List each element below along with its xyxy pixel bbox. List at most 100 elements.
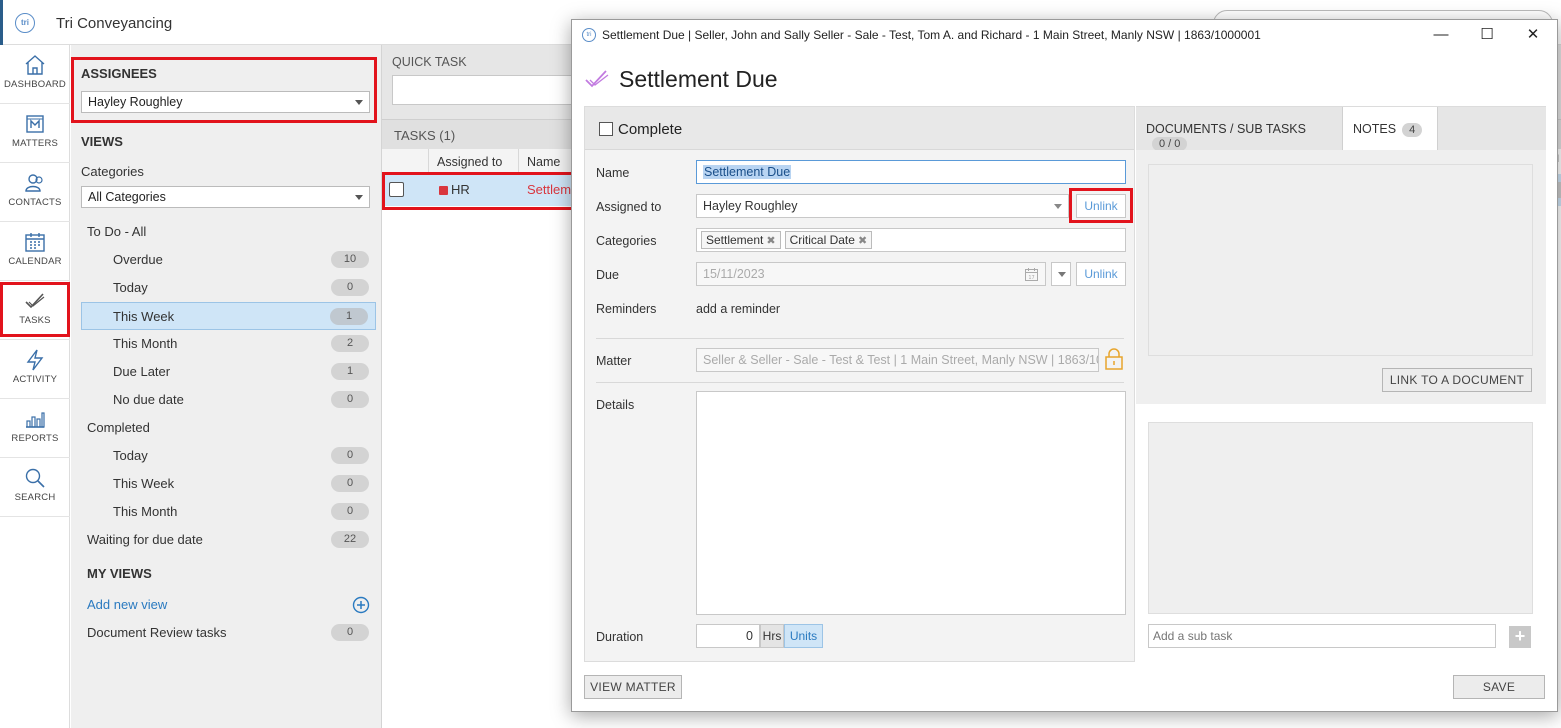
details-textarea[interactable] [696, 391, 1126, 615]
row-checkbox[interactable] [389, 182, 404, 197]
count-badge: 0 [331, 279, 369, 296]
matter-value: Seller & Seller - Sale - Test & Test | 1… [703, 353, 1099, 367]
task-form: Complete Name Settlement Due Assigned to… [584, 106, 1135, 662]
details-label: Details [596, 398, 635, 412]
nav-calendar[interactable]: CALENDAR [0, 222, 70, 281]
add-new-view-link[interactable]: Add new view [81, 592, 376, 618]
categories-tag-input[interactable]: Settlement ✖ Critical Date ✖ [696, 228, 1126, 252]
search-icon [25, 468, 45, 488]
view-label: No due date [113, 392, 184, 407]
count-badge: 4 [1402, 123, 1423, 137]
calendar-icon[interactable]: 17 [1024, 267, 1039, 282]
nav-label: ACTIVITY [12, 374, 58, 385]
view-completed-this-week[interactable]: This Week 0 [81, 471, 376, 497]
view-label: This Week [113, 309, 175, 324]
matter-input: Seller & Seller - Sale - Test & Test | 1… [696, 348, 1099, 372]
view-todo-overdue[interactable]: Overdue 10 [81, 247, 376, 273]
add-subtask-button[interactable]: + [1509, 626, 1531, 648]
nav-dashboard[interactable]: DASHBOARD [0, 45, 70, 104]
view-label: To Do - All [87, 224, 147, 239]
complete-bar: Complete [585, 107, 1134, 150]
due-unlink-button[interactable]: Unlink [1076, 262, 1126, 286]
view-completed-this-month[interactable]: This Month 0 [81, 499, 376, 525]
app-title: Tri Conveyancing [56, 15, 173, 32]
documents-pane: DOCUMENTS / SUB TASKS0 / 0 NOTES 4 LINK T… [1136, 106, 1546, 662]
add-subtask-input[interactable] [1148, 624, 1496, 648]
categories-dropdown[interactable]: All Categories [81, 186, 370, 208]
row-assignee: HR [451, 182, 470, 197]
quick-task-input[interactable] [392, 75, 582, 105]
count-badge: 0 / 0 [1152, 137, 1188, 151]
view-completed[interactable]: Completed [81, 415, 376, 441]
complete-checkbox[interactable] [599, 122, 613, 136]
nav-label: CALENDAR [8, 256, 62, 267]
tag-label: Critical Date [789, 233, 855, 247]
close-button[interactable]: ✕ [1510, 22, 1556, 48]
tab-notes[interactable]: NOTES 4 [1342, 107, 1438, 150]
duration-input[interactable]: 0 [696, 624, 760, 648]
count-badge: 1 [331, 363, 369, 380]
tab-documents-subtasks[interactable]: DOCUMENTS / SUB TASKS0 / 0 [1136, 107, 1342, 151]
assignees-heading: ASSIGNEES [81, 66, 157, 81]
view-todo-this-week[interactable]: This Week 1 [81, 302, 376, 330]
tasks-count-label: TASKS (1) [394, 128, 456, 143]
units-toggle[interactable]: Units [784, 624, 823, 648]
count-badge: 0 [331, 391, 369, 408]
tasks-filter-panel: ASSIGNEES Hayley Roughley VIEWS Categori… [71, 45, 382, 728]
minimize-button[interactable]: — [1418, 22, 1464, 48]
save-button[interactable]: SAVE [1453, 675, 1545, 699]
view-todo-all[interactable]: To Do - All [81, 219, 376, 245]
view-label: Today [113, 448, 148, 463]
name-input[interactable]: Settlement Due [696, 160, 1126, 184]
nav-matters[interactable]: MATTERS [0, 104, 70, 163]
duration-label: Duration [596, 630, 644, 644]
nav-tasks[interactable]: TASKS [0, 281, 70, 340]
view-todo-no-due-date[interactable]: No due date 0 [81, 387, 376, 413]
quick-task-label: QUICK TASK [392, 55, 467, 69]
bar-chart-icon [26, 412, 45, 428]
nav-label: DASHBOARD [4, 79, 66, 90]
view-label: Completed [87, 420, 150, 435]
remove-tag-icon[interactable]: ✖ [858, 235, 867, 247]
hrs-toggle[interactable]: Hrs [760, 624, 784, 648]
name-label: Name [596, 166, 630, 180]
view-todo-today[interactable]: Today 0 [81, 275, 376, 301]
plus-icon: + [1514, 626, 1526, 646]
matter-label: Matter [596, 354, 632, 368]
category-tag: Critical Date ✖ [784, 231, 873, 249]
svg-text:17: 17 [1028, 275, 1034, 281]
view-completed-today[interactable]: Today 0 [81, 443, 376, 469]
view-document-review[interactable]: Document Review tasks 0 [81, 620, 376, 646]
assigned-to-label: Assigned to [596, 200, 662, 214]
col-assigned-to[interactable]: Assigned to [429, 149, 519, 173]
view-label: Document Review tasks [87, 625, 227, 640]
add-reminder-link[interactable]: add a reminder [696, 302, 780, 316]
view-waiting-due-date[interactable]: Waiting for due date 22 [81, 527, 376, 553]
nav-contacts[interactable]: CONTACTS [0, 163, 70, 222]
nav-reports[interactable]: REPORTS [0, 399, 70, 458]
remove-tag-icon[interactable]: ✖ [766, 235, 775, 247]
count-badge: 0 [331, 503, 369, 520]
home-icon [25, 55, 45, 75]
side-navigation: DASHBOARD MATTERS CONTACTS CALENDAR TASK… [0, 45, 70, 728]
nav-search[interactable]: SEARCH [0, 458, 70, 517]
dialog-window-title: Settlement Due | Seller, John and Sally … [602, 28, 1261, 42]
maximize-button[interactable]: ☐ [1464, 22, 1510, 48]
assignee-selected: Hayley Roughley [88, 95, 183, 109]
nav-label: REPORTS [11, 433, 59, 444]
assigned-unlink-button[interactable]: Unlink [1076, 194, 1126, 218]
subtasks-list [1148, 422, 1533, 614]
due-date-input[interactable]: 15/11/2023 17 [696, 262, 1046, 286]
view-todo-this-month[interactable]: This Month 2 [81, 331, 376, 357]
nav-activity[interactable]: ACTIVITY [0, 340, 70, 399]
lightning-icon [26, 349, 44, 371]
link-to-document-button[interactable]: LINK TO A DOCUMENT [1382, 368, 1532, 392]
due-options-button[interactable] [1051, 262, 1071, 286]
view-matter-button[interactable]: VIEW MATTER [584, 675, 682, 699]
col-name[interactable]: Name [519, 149, 579, 173]
view-todo-due-later[interactable]: Due Later 1 [81, 359, 376, 385]
lock-icon[interactable] [1103, 347, 1125, 371]
divider [596, 338, 1124, 339]
assignee-dropdown[interactable]: Hayley Roughley [81, 91, 370, 113]
assigned-to-dropdown[interactable]: Hayley Roughley [696, 194, 1069, 218]
